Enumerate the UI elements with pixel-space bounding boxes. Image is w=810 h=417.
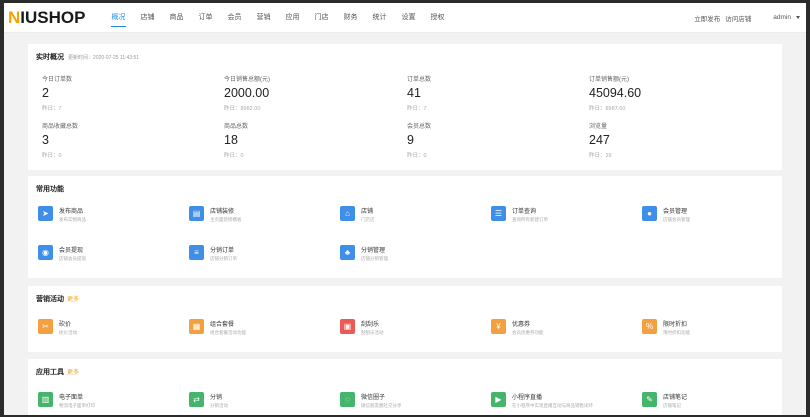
func-store[interactable]: ⌂ 店铺 门店店 bbox=[340, 206, 375, 223]
marketing-panel: 营销活动 更多 ✂ 砍价 砍价活动 ▦ 组合套餐 组合套餐活动功能 ▣ 刮刮乐 刮刮乐活… bbox=[28, 286, 782, 352]
overview-title: 实时概况 更新时间：2020-07-25 11:43:51 bbox=[36, 54, 140, 61]
marketing-more-link[interactable]: 更多 bbox=[67, 297, 79, 303]
circle-icon: ◌ bbox=[340, 392, 355, 407]
stat-favorites: 商品收藏总数 3 昨日：0 bbox=[42, 124, 79, 159]
admin-window: NIUSHOP 概况 店铺 商品 订单 会员 营销 应用 门店 财务 统计 设置… bbox=[4, 3, 806, 415]
func-distribution-orders[interactable]: ≡ 分销订单 店铺分销订单 bbox=[189, 245, 237, 262]
common-functions-title: 常用功能 bbox=[36, 186, 64, 193]
func-combo-package[interactable]: ▦ 组合套餐 组合套餐活动功能 bbox=[189, 319, 246, 336]
order-search-icon: ☰ bbox=[491, 206, 506, 221]
func-shop-decoration[interactable]: ▤ 店铺装修 主页面装修模板 bbox=[189, 206, 242, 223]
live-icon: ▶ bbox=[491, 392, 506, 407]
app-tools-panel: 应用工具 更多 ▥ 电子面单 物流电子面单打印 ⇄ 分销 分销活动 ◌ 微信圈子 微信朋… bbox=[28, 359, 782, 415]
func-coupon[interactable]: ¥ 优惠券 会员优惠券功能 bbox=[491, 319, 544, 336]
top-right-actions: 立即发布 访问店铺 admin bbox=[689, 13, 800, 23]
waybill-icon: ▥ bbox=[38, 392, 53, 407]
store-icon: ⌂ bbox=[340, 206, 355, 221]
member-icon: ● bbox=[642, 206, 657, 221]
publish-now-link[interactable]: 立即发布 bbox=[694, 13, 720, 23]
discount-icon: % bbox=[642, 319, 657, 334]
func-store-notes[interactable]: ✎ 店铺笔记 店铺笔记 bbox=[642, 392, 687, 409]
func-member-management[interactable]: ● 会员管理 店铺会员管理 bbox=[642, 206, 690, 223]
app-tools-title: 应用工具 更多 bbox=[36, 369, 80, 376]
main-nav: 概况 店铺 商品 订单 会员 营销 应用 门店 财务 统计 设置 授权 bbox=[104, 3, 452, 33]
niushop-logo[interactable]: NIUSHOP bbox=[8, 8, 104, 28]
stat-goods: 商品总数 18 昨日：0 bbox=[224, 124, 249, 159]
stat-page-views: 浏览量 247 昨日：29 bbox=[589, 124, 612, 159]
nav-orders[interactable]: 订单 bbox=[191, 3, 220, 33]
common-functions-panel: 常用功能 ➤ 发布商品 发布实物商品 ▤ 店铺装修 主页面装修模板 ⌂ 店铺 门店店 … bbox=[28, 176, 782, 278]
update-time: 更新时间：2020-07-25 11:43:51 bbox=[68, 55, 140, 61]
decorate-icon: ▤ bbox=[189, 206, 204, 221]
user-menu[interactable]: admin bbox=[773, 14, 800, 21]
func-miniprogram-live[interactable]: ▶ 小程序直播 在小程序中实现直播互动与商品销售闭环 bbox=[491, 392, 593, 409]
func-limited-discount[interactable]: % 限时折扣 限时折扣功能 bbox=[642, 319, 690, 336]
stat-order-sales: 订单销售额(元) 45094.60 昨日：8987.60 bbox=[589, 77, 642, 112]
nav-marketing[interactable]: 营销 bbox=[249, 3, 278, 33]
list-icon: ≡ bbox=[189, 245, 204, 260]
marketing-title: 营销活动 更多 bbox=[36, 296, 80, 303]
func-order-query[interactable]: ☰ 订单查询 查询所有新建订单 bbox=[491, 206, 548, 223]
func-wechat-circle[interactable]: ◌ 微信圈子 微信朋友圈社交分享 bbox=[340, 392, 402, 409]
top-navigation-bar: NIUSHOP 概况 店铺 商品 订单 会员 营销 应用 门店 财务 统计 设置… bbox=[4, 3, 806, 33]
chevron-down-icon bbox=[796, 15, 800, 19]
stat-members: 会员总数 9 昨日：0 bbox=[407, 124, 432, 159]
overview-panel: 实时概况 更新时间：2020-07-25 11:43:51 今日订单数 2 昨日：7 … bbox=[28, 44, 782, 170]
nav-goods[interactable]: 商品 bbox=[162, 3, 191, 33]
nav-shop[interactable]: 店铺 bbox=[133, 3, 162, 33]
func-bargain[interactable]: ✂ 砍价 砍价活动 bbox=[38, 319, 77, 336]
nav-apps[interactable]: 应用 bbox=[278, 3, 307, 33]
note-icon: ✎ bbox=[642, 392, 657, 407]
nav-settings[interactable]: 设置 bbox=[394, 3, 423, 33]
stat-today-sales: 今日销售总额(元) 2000.00 昨日：8982.00 bbox=[224, 77, 270, 112]
func-member-withdraw[interactable]: ◉ 会员提现 店铺会员提现 bbox=[38, 245, 86, 262]
tools-more-link[interactable]: 更多 bbox=[67, 370, 79, 376]
nav-license[interactable]: 授权 bbox=[423, 3, 452, 33]
send-icon: ➤ bbox=[38, 206, 53, 221]
coupon-icon: ¥ bbox=[491, 319, 506, 334]
scratch-icon: ▣ bbox=[340, 319, 355, 334]
nav-statistics[interactable]: 统计 bbox=[365, 3, 394, 33]
stat-total-orders: 订单总数 41 昨日：7 bbox=[407, 77, 432, 112]
nav-finance[interactable]: 财务 bbox=[336, 3, 365, 33]
func-distribution-management[interactable]: ♣ 分销管理 店铺分销管理 bbox=[340, 245, 388, 262]
username: admin bbox=[773, 14, 791, 21]
func-publish-goods[interactable]: ➤ 发布商品 发布实物商品 bbox=[38, 206, 86, 223]
share-icon: ⇄ bbox=[189, 392, 204, 407]
nav-overview[interactable]: 概况 bbox=[104, 3, 133, 33]
nav-members[interactable]: 会员 bbox=[220, 3, 249, 33]
combo-icon: ▦ bbox=[189, 319, 204, 334]
func-scratch-card[interactable]: ▣ 刮刮乐 刮刮乐活动 bbox=[340, 319, 384, 336]
visit-store-link[interactable]: 访问店铺 bbox=[725, 13, 751, 23]
withdraw-icon: ◉ bbox=[38, 245, 53, 260]
func-e-waybill[interactable]: ▥ 电子面单 物流电子面单打印 bbox=[38, 392, 95, 409]
bargain-icon: ✂ bbox=[38, 319, 53, 334]
func-distribution[interactable]: ⇄ 分销 分销活动 bbox=[189, 392, 228, 409]
stat-today-orders: 今日订单数 2 昨日：7 bbox=[42, 77, 73, 112]
nav-stores[interactable]: 门店 bbox=[307, 3, 336, 33]
group-icon: ♣ bbox=[340, 245, 355, 260]
